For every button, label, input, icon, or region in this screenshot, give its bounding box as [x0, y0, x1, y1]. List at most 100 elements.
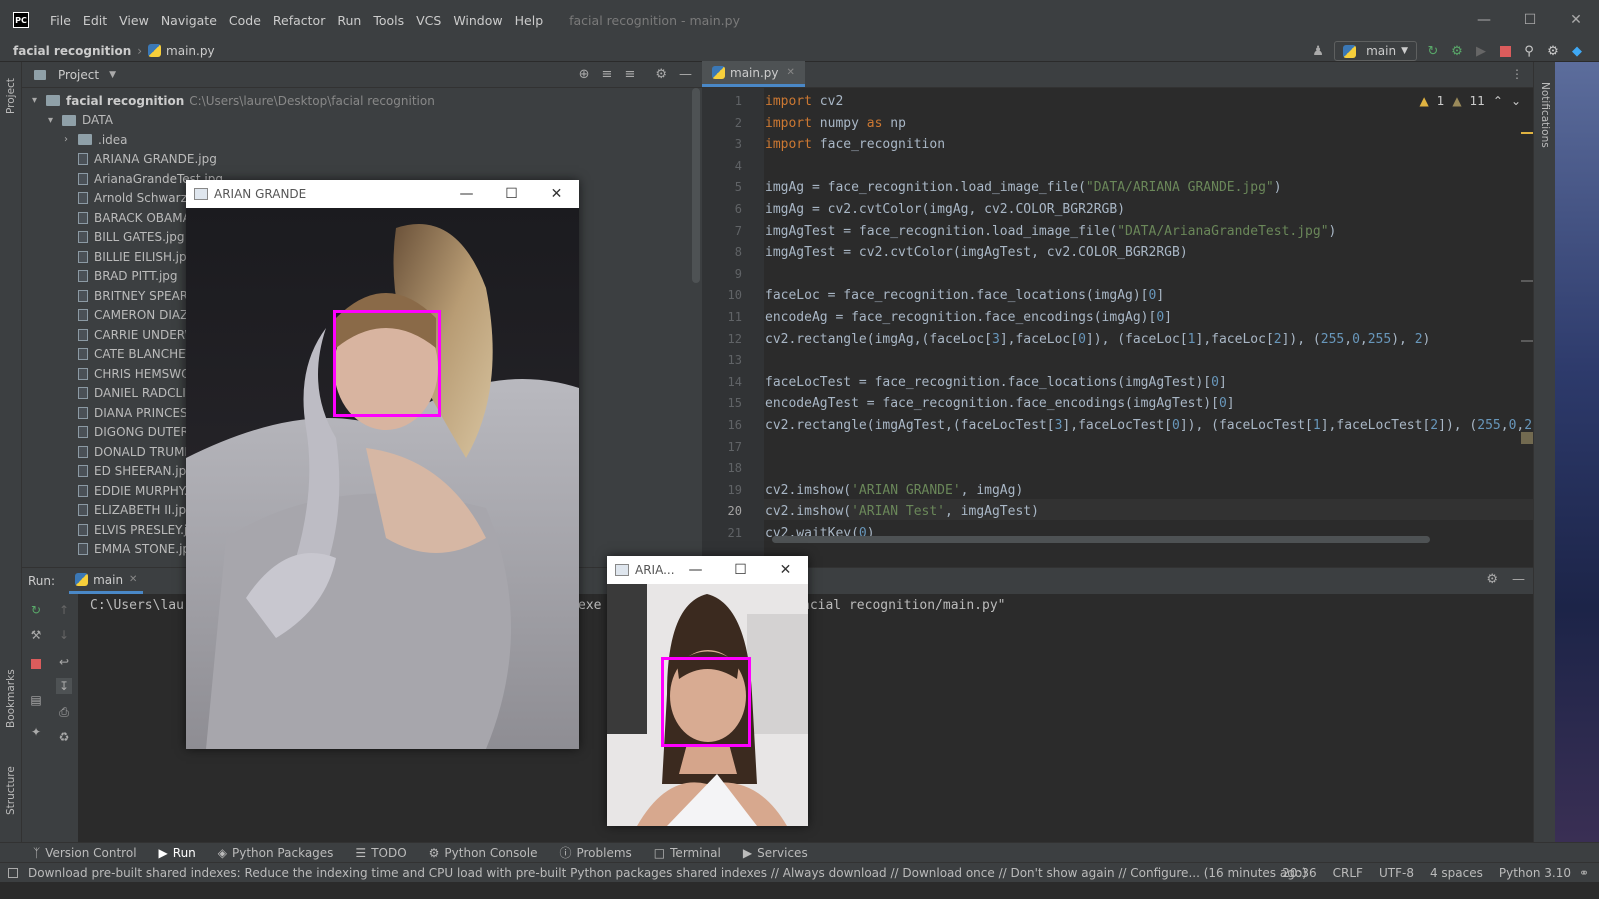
more-tabs-icon[interactable]: ⋮	[1511, 67, 1523, 81]
tree-file[interactable]: CAMERON DIAZ	[78, 306, 188, 326]
tree-file[interactable]: BILL GATES.jpg	[78, 228, 184, 248]
tree-file[interactable]: BRAD PITT.jpg	[78, 267, 178, 287]
code-line[interactable]: import cv2	[765, 94, 843, 109]
menu-help[interactable]: Help	[509, 13, 550, 28]
tree-file[interactable]: CHRIS HEMSWO	[78, 364, 191, 384]
coverage-icon[interactable]: ▶	[1473, 43, 1489, 59]
cv-window-titlebar[interactable]: ARIAN GRANDE — ☐ ✕	[186, 180, 579, 208]
code-line[interactable]: cv2.rectangle(imgAg,(faceLoc[3],faceLoc[…	[765, 332, 1430, 347]
code-line[interactable]: imgAgTest = face_recognition.load_image_…	[765, 224, 1336, 239]
bookmarks-tool-button[interactable]: Bookmarks	[5, 669, 17, 728]
pin-icon[interactable]: ✦	[28, 724, 44, 740]
structure-tool-button[interactable]: Structure	[5, 766, 17, 815]
tree-expand-icon[interactable]: ▾	[32, 95, 46, 106]
tree-folder-data[interactable]: ▾ DATA	[48, 111, 113, 131]
layout-icon[interactable]: ▤	[28, 692, 44, 708]
stop-icon[interactable]	[28, 656, 44, 672]
breadcrumb-file[interactable]: main.py	[148, 44, 215, 58]
tool-run[interactable]: ▶ Run	[159, 846, 196, 860]
code-line[interactable]: faceLocTest = face_recognition.face_loca…	[765, 375, 1227, 390]
plugin-icon[interactable]: ◆	[1569, 43, 1585, 59]
cv-window-test[interactable]: ARIA... — ☐ ✕	[607, 556, 808, 826]
project-tool-button[interactable]: Project	[5, 74, 17, 114]
menu-refactor[interactable]: Refactor	[267, 13, 331, 28]
tree-file[interactable]: ARIANA GRANDE.jpg	[78, 150, 217, 170]
locate-icon[interactable]: ⊕	[579, 67, 590, 82]
editor-horizontal-scrollbar[interactable]	[772, 536, 1430, 543]
lock-icon[interactable]: ⚭	[1579, 866, 1589, 880]
tree-file[interactable]: ELIZABETH II.jpg	[78, 501, 194, 521]
debug-icon[interactable]: ⚙	[1449, 43, 1465, 59]
tree-file[interactable]: DIANA PRINCESS	[78, 403, 195, 423]
code-line[interactable]: import numpy as np	[765, 116, 906, 131]
tab-main-py[interactable]: main.py ✕	[702, 61, 805, 87]
print-icon[interactable]: ⎙	[56, 704, 72, 720]
chevron-down-icon[interactable]: ▼	[109, 70, 116, 80]
close-tab-icon[interactable]: ✕	[129, 574, 137, 585]
tree-file[interactable]: BRITNEY SPEARS	[78, 286, 196, 306]
tool-terminal[interactable]: □ Terminal	[654, 846, 721, 860]
tree-root-folder[interactable]: ▾ facial recognition C:\Users\laure\Deskto…	[32, 91, 435, 111]
menu-edit[interactable]: Edit	[77, 13, 113, 28]
code-line[interactable]: cv2.imshow('ARIAN Test', imgAgTest)	[765, 504, 1039, 519]
tree-file[interactable]: BARACK OBAMA	[78, 208, 191, 228]
soft-wrap-icon[interactable]: ↩	[56, 654, 72, 670]
tree-file[interactable]: CARRIE UNDERW	[78, 325, 197, 345]
code-line[interactable]: encodeAg = face_recognition.face_encodin…	[765, 310, 1172, 325]
minimize-icon[interactable]: —	[444, 180, 489, 208]
minimize-icon[interactable]: —	[1461, 0, 1507, 40]
cv-window-main[interactable]: ARIAN GRANDE — ☐ ✕	[186, 180, 579, 749]
menu-vcs[interactable]: VCS	[410, 13, 447, 28]
tree-file[interactable]: CATE BLANCHET	[78, 345, 193, 365]
menu-view[interactable]: View	[113, 13, 155, 28]
collapse-all-icon[interactable]: ≡	[624, 67, 635, 82]
arrow-up-icon[interactable]: ↑	[56, 602, 72, 618]
minimize-icon[interactable]: —	[673, 556, 718, 584]
close-tab-icon[interactable]: ✕	[787, 67, 795, 78]
tree-file[interactable]: EMMA STONE.jp	[78, 540, 190, 560]
tree-expand-icon[interactable]: ›	[64, 134, 78, 145]
file-encoding[interactable]: UTF-8	[1379, 866, 1414, 880]
menu-run[interactable]: Run	[331, 13, 367, 28]
menu-file[interactable]: File	[44, 13, 77, 28]
user-icon[interactable]: ♟	[1310, 43, 1326, 59]
hide-icon[interactable]: —	[679, 67, 692, 82]
code-line[interactable]: imgAgTest = cv2.cvtColor(imgAgTest, cv2.…	[765, 245, 1188, 260]
tool-todo[interactable]: ☰ TODO	[355, 846, 406, 860]
inspection-widget[interactable]: ▲ 1 ▲ 11 ⌃ ⌄	[1419, 94, 1521, 108]
maximize-icon[interactable]: ☐	[718, 556, 763, 584]
tree-expand-icon[interactable]: ▾	[48, 115, 62, 126]
chevron-down-icon[interactable]: ⌄	[1511, 94, 1521, 108]
caret-position[interactable]: 20:36	[1282, 866, 1317, 880]
python-interpreter[interactable]: Python 3.10	[1499, 866, 1571, 880]
code-line[interactable]: faceLoc = face_recognition.face_location…	[765, 288, 1164, 303]
code-line[interactable]: encodeAgTest = face_recognition.face_enc…	[765, 396, 1235, 411]
tool-python-console[interactable]: ⚙ Python Console	[429, 846, 538, 860]
menu-window[interactable]: Window	[447, 13, 508, 28]
hide-icon[interactable]: —	[1512, 572, 1525, 587]
tree-file[interactable]: ED SHEERAN.jpg	[78, 462, 194, 482]
tool-problems[interactable]: ⓘ Problems	[559, 844, 631, 861]
cv-window-titlebar[interactable]: ARIA... — ☐ ✕	[607, 556, 808, 584]
close-icon[interactable]: ✕	[534, 180, 579, 208]
tree-file[interactable]: EDDIE MURPHY.j	[78, 481, 191, 501]
maximize-icon[interactable]: ☐	[489, 180, 534, 208]
indent-setting[interactable]: 4 spaces	[1430, 866, 1483, 880]
tool-python-packages[interactable]: ◈ Python Packages	[218, 846, 334, 860]
menu-tools[interactable]: Tools	[367, 13, 410, 28]
gear-icon[interactable]: ⚙	[655, 67, 667, 82]
stop-icon[interactable]	[1497, 43, 1513, 59]
gear-icon[interactable]: ⚙	[1486, 572, 1498, 587]
project-panel-title[interactable]: Project	[58, 68, 99, 82]
tree-file[interactable]: DONALD TRUMP	[78, 442, 192, 462]
trash-icon[interactable]: ♻	[56, 729, 72, 745]
tree-file[interactable]: Arnold Schwarze	[78, 189, 194, 209]
code-line[interactable]: cv2.rectangle(imgAgTest,(faceLocTest[3],…	[765, 418, 1532, 433]
code-line[interactable]: imgAg = cv2.cvtColor(imgAg, cv2.COLOR_BG…	[765, 202, 1125, 217]
tool-services[interactable]: ▶ Services	[743, 846, 808, 860]
rerun-icon[interactable]: ↻	[28, 602, 44, 618]
status-message[interactable]: Download pre-built shared indexes: Reduc…	[28, 866, 1307, 880]
run-tab-main[interactable]: main ✕	[69, 568, 144, 594]
arrow-down-icon[interactable]: ↓	[56, 627, 72, 643]
maximize-icon[interactable]: ☐	[1507, 0, 1553, 40]
